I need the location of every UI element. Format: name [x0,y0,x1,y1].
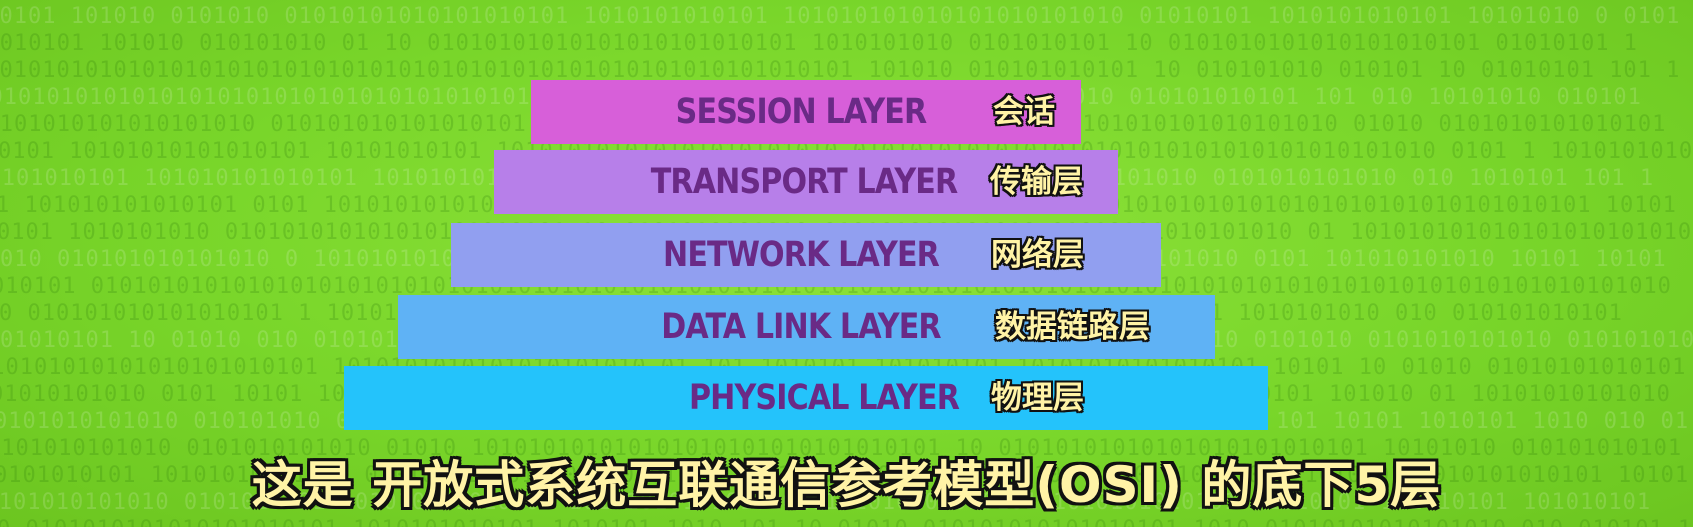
network-layer-bar: NETWORK LAYER 网络层 [451,223,1161,287]
layer-name: SESSION LAYER [675,92,928,132]
binary-row: 0 0101010101010101010101 1010101010101 1… [0,517,1692,527]
caption-subtitle: 这是 开放式系统互联通信参考模型(OSI) 的底下5层 [251,456,1442,514]
session-layer-bar: SESSION LAYER 会话层 [531,80,1081,194]
physical-layer-bar: PHYSICAL LAYER 物理层 [344,366,1268,430]
data-link-layer-bar: DATA LINK LAYER 数据链路层 [398,295,1215,359]
layer-chinese-name: 网络层 [991,237,1084,273]
layer-chinese-name: 会话层 [993,94,1055,194]
layer-name: TRANSPORT LAYER [650,162,958,202]
layer-chinese-name: 数据链路层 [995,309,1150,345]
layer-name: NETWORK LAYER [662,235,940,275]
layer-name: DATA LINK LAYER [661,307,941,347]
binary-row: 010101 101010 0101010 010101010101010101… [0,4,1681,29]
transport-layer-bar: TRANSPORT LAYER 传输层 [494,150,1118,214]
layer-chinese-name: 传输层 [990,164,1083,200]
layer-chinese-name: 物理层 [991,380,1084,416]
binary-row: 10 010101 101010 010101010 01 10 0101010… [0,31,1638,56]
layer-name: PHYSICAL LAYER [688,378,960,418]
